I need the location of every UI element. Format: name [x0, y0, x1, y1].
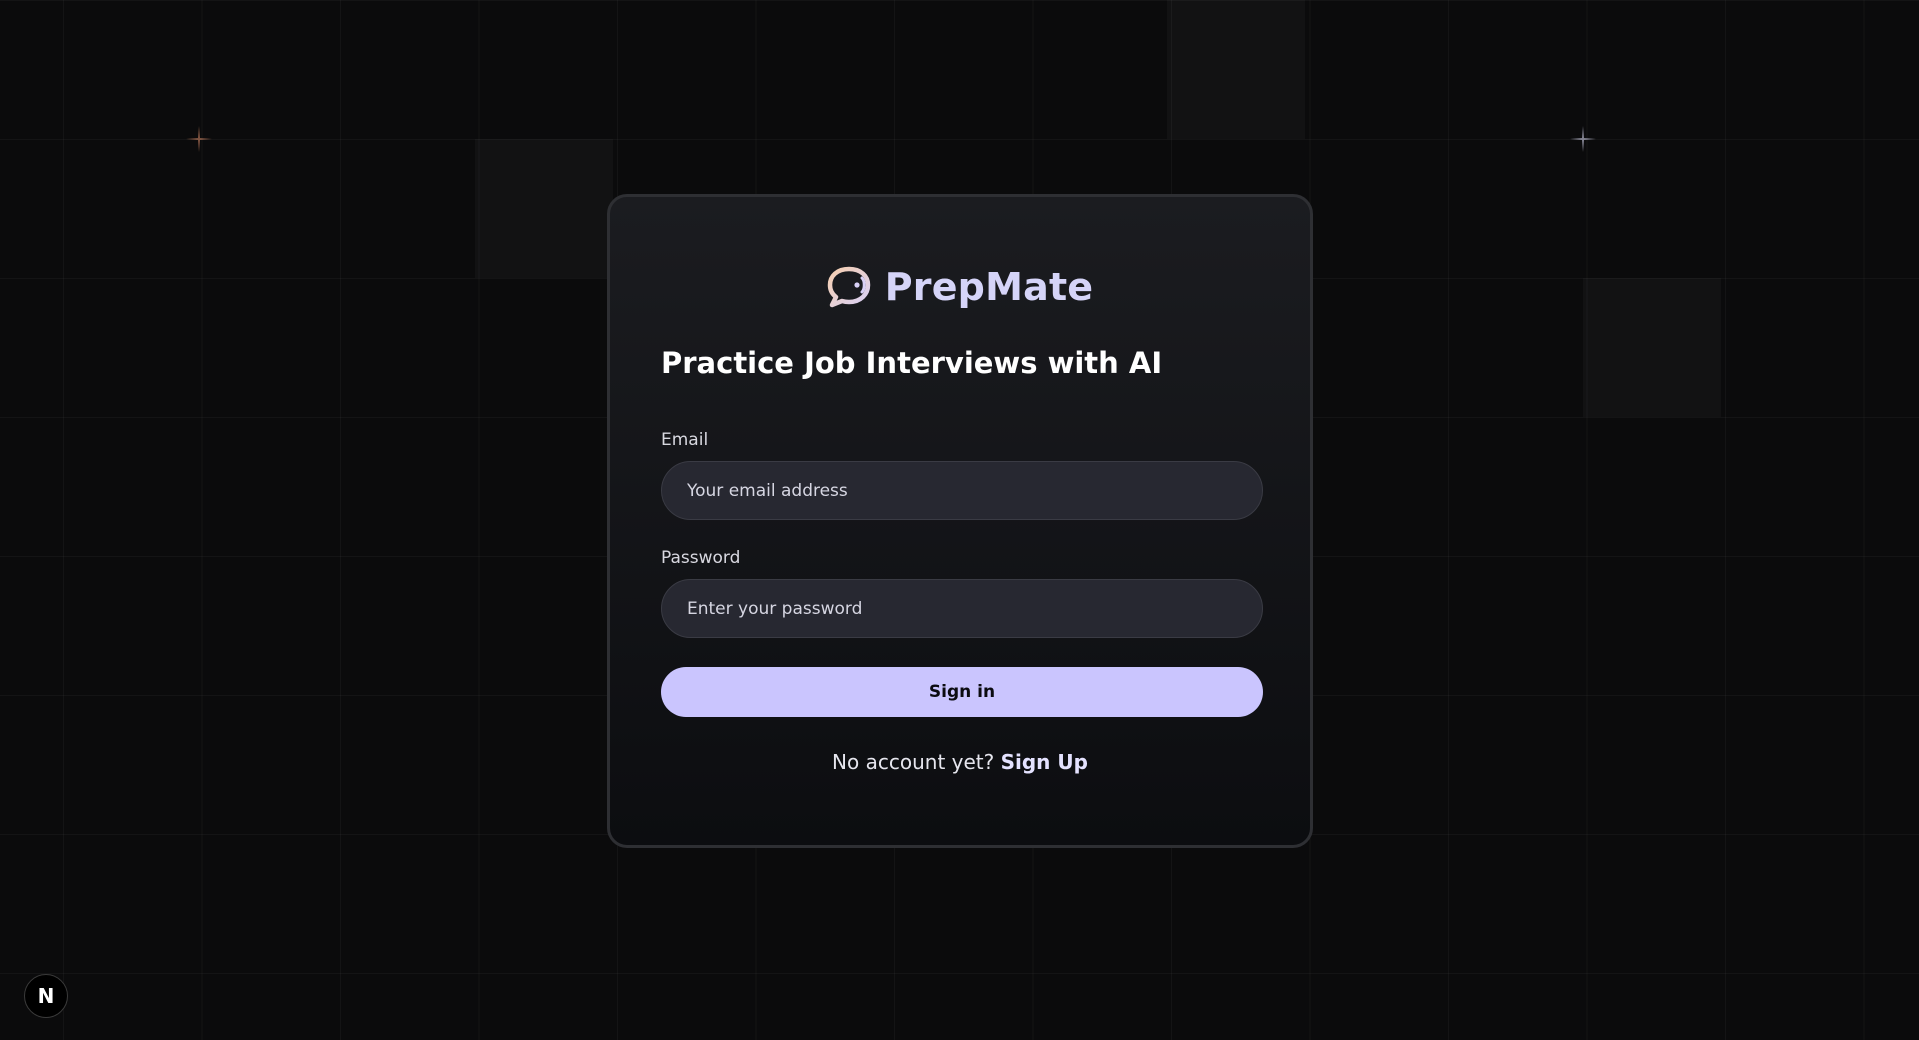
email-label: Email: [661, 430, 709, 450]
background-tile: [1167, 0, 1305, 139]
sparkle-icon: [1570, 126, 1596, 152]
email-field[interactable]: [661, 461, 1263, 520]
dev-tools-badge[interactable]: N: [24, 974, 68, 1018]
dev-tools-badge-label: N: [37, 984, 55, 1008]
password-field[interactable]: [661, 579, 1263, 638]
background-tile: [1583, 278, 1721, 417]
brand-name: PrepMate: [884, 265, 1094, 309]
password-label: Password: [661, 548, 741, 568]
signup-prompt-text: No account yet?: [832, 750, 995, 774]
sign-up-link[interactable]: Sign Up: [1001, 750, 1088, 774]
chat-bubble-voice-icon: [827, 266, 870, 308]
sign-in-card: PrepMate Practice Job Interviews with AI…: [607, 194, 1313, 848]
brand-logo: PrepMate: [610, 265, 1310, 309]
page-title: Practice Job Interviews with AI: [661, 346, 1163, 380]
sparkle-icon: [186, 126, 212, 152]
sign-in-button[interactable]: Sign in: [661, 667, 1263, 717]
signup-prompt: No account yet? Sign Up: [610, 750, 1310, 774]
background-tile: [475, 139, 613, 278]
